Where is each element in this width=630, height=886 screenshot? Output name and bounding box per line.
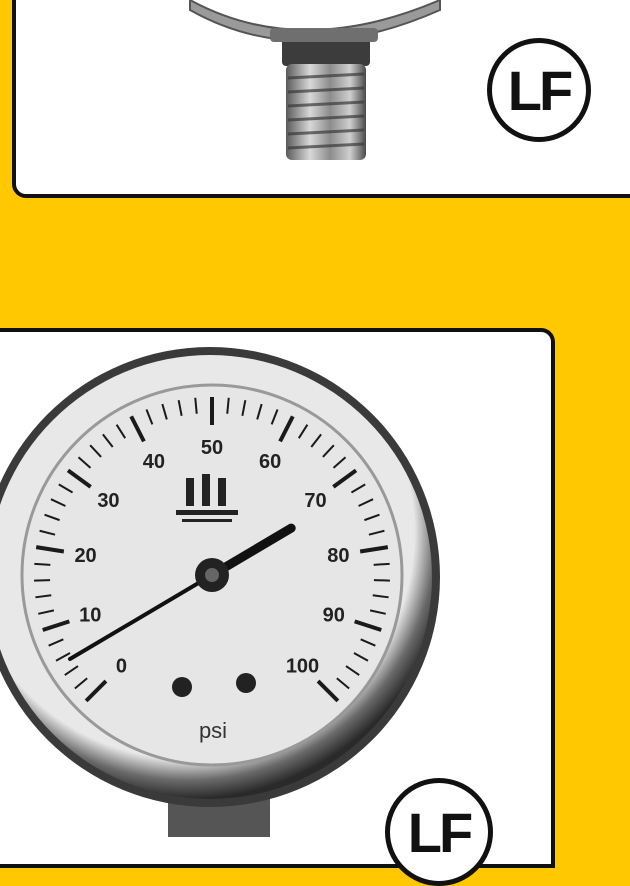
tick-label: 80 [327,545,349,567]
tick-label: 90 [323,605,345,627]
tick-label: 40 [143,451,165,473]
tick-label: 100 [286,656,319,678]
tick-label: 60 [259,451,281,473]
lead-free-badge: LF [487,38,591,142]
minor-tick [373,579,390,582]
tick-label: 0 [116,656,127,678]
unit-label: psi [199,718,227,743]
lead-free-badge: LF [385,778,493,886]
tick-label: 20 [74,545,96,567]
tick-label: 70 [304,490,326,512]
tick-label: 30 [97,490,119,512]
minor-tick [34,579,51,582]
dial-hole-right [236,673,256,693]
tick-label: 50 [201,437,223,459]
tick-label: 10 [79,605,101,627]
minor-tick [373,562,390,566]
dial-hole-left [172,677,192,697]
minor-tick [34,562,51,566]
